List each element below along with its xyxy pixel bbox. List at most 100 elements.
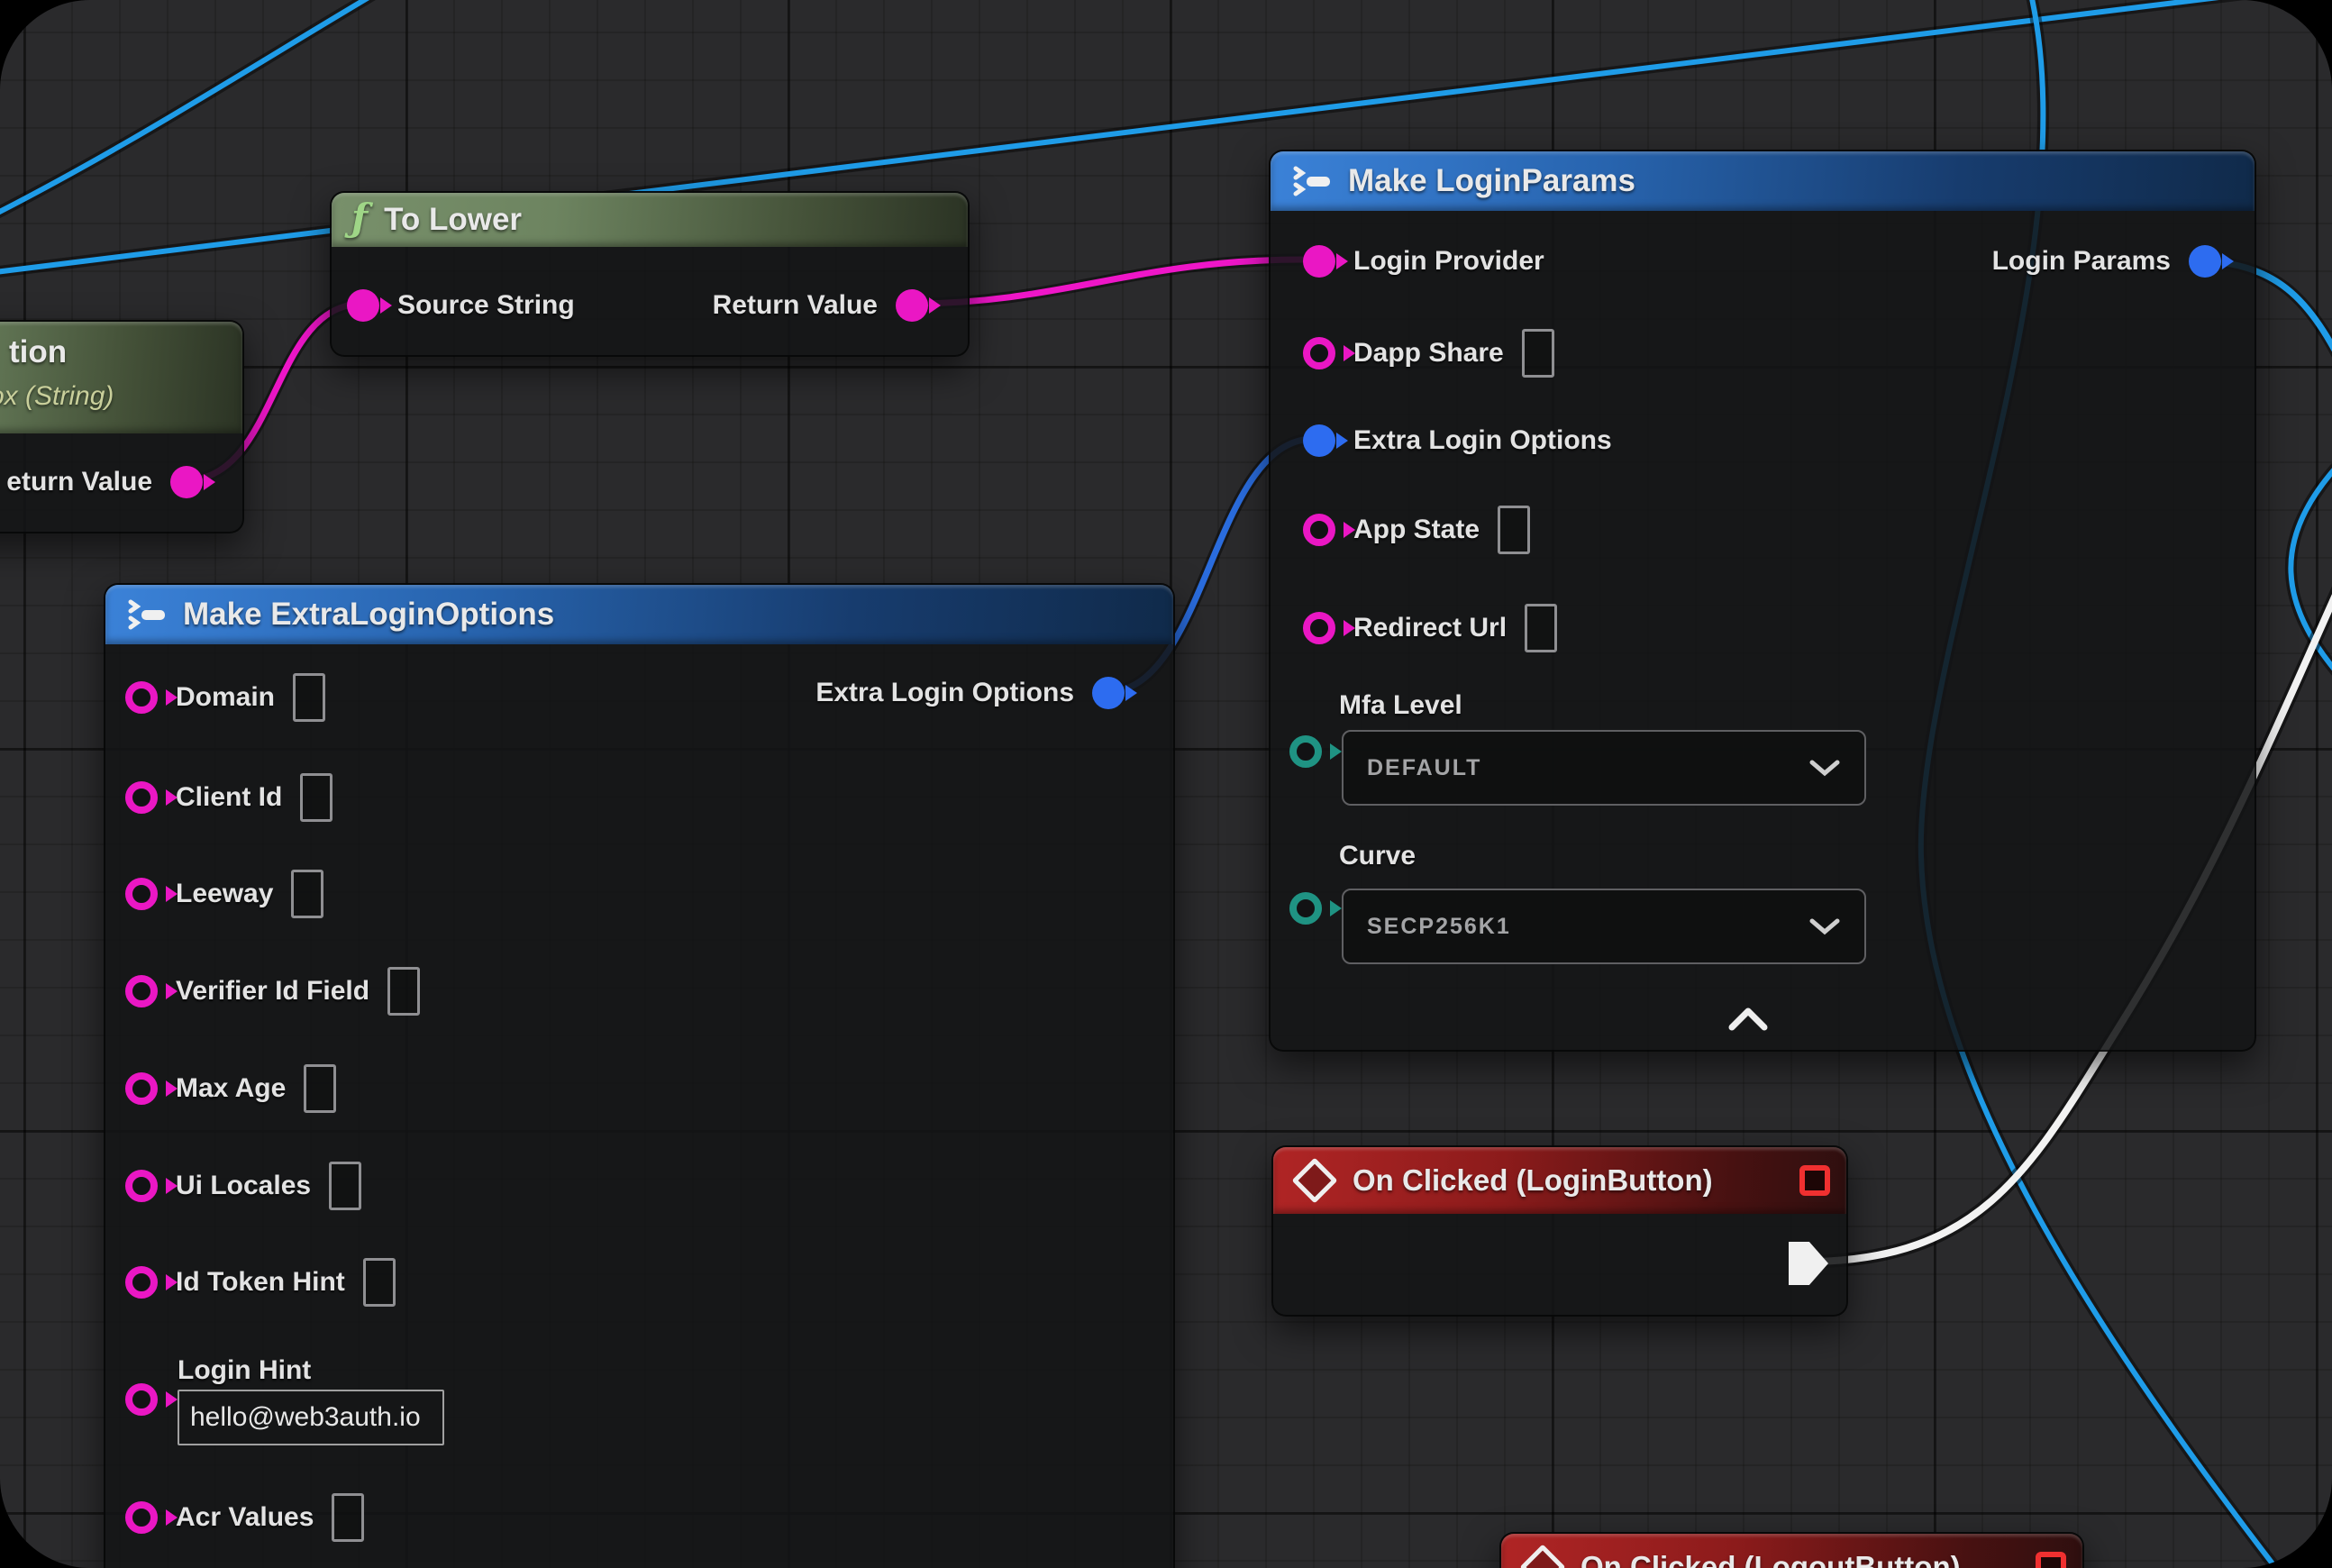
leeway-value-box[interactable]: [291, 870, 323, 918]
exec-output-pin[interactable]: [1789, 1242, 1828, 1285]
node-make-extra-header[interactable]: Make ExtraLoginOptions: [105, 585, 1173, 644]
pin-row-dapp-share: Dapp Share: [1303, 325, 1554, 381]
pin-row-extra-login-options-in: Extra Login Options: [1303, 413, 1612, 469]
pin-row-extra-login-options-out: Extra Login Options: [815, 665, 1125, 721]
app-state-pin[interactable]: [1303, 514, 1335, 546]
app-state-value-box[interactable]: [1498, 506, 1530, 554]
login-hint-input[interactable]: [178, 1390, 444, 1445]
pin-label-leeway: Leeway: [176, 879, 273, 909]
curve-dropdown[interactable]: SECP256K1: [1342, 889, 1866, 964]
login-provider-pin[interactable]: [1303, 245, 1335, 278]
chevron-down-icon: [1808, 758, 1841, 778]
id-token-hint-value-box[interactable]: [363, 1258, 396, 1307]
dapp-share-pin[interactable]: [1303, 337, 1335, 369]
pin-label-curve: Curve: [1339, 841, 1416, 871]
pin-label-app-state: App State: [1353, 515, 1480, 545]
make-struct-icon: [125, 597, 167, 633]
pin-row-source-string: Source String: [347, 278, 575, 333]
return-value-pin[interactable]: [170, 466, 203, 498]
chevron-down-icon: [1808, 916, 1841, 936]
node-get-text-header[interactable]: tion ox (String): [0, 322, 242, 433]
pin-label-return-value: Return Value: [713, 290, 878, 321]
leeway-pin[interactable]: [125, 878, 158, 910]
pin-label-ui-locales: Ui Locales: [176, 1171, 311, 1201]
node-make-extra-login-options[interactable]: Make ExtraLoginOptions Extra Login Optio…: [104, 583, 1175, 1568]
pin-label-id-token-hint: Id Token Hint: [176, 1267, 345, 1298]
extra-login-options-input-pin[interactable]: [1303, 424, 1335, 457]
pin-row-leeway: Leeway: [125, 866, 323, 922]
pin-label-verifier-id-field: Verifier Id Field: [176, 976, 369, 1007]
client-id-value-box[interactable]: [300, 773, 332, 822]
domain-pin[interactable]: [125, 681, 158, 714]
curve-pin[interactable]: [1289, 892, 1322, 925]
max-age-value-box[interactable]: [304, 1064, 336, 1113]
pin-row-client-id: Client Id: [125, 770, 332, 825]
redirect-url-value-box[interactable]: [1525, 604, 1557, 652]
pin-label-mfa-level: Mfa Level: [1339, 690, 1462, 721]
login-hint-pin[interactable]: [125, 1383, 158, 1416]
verifier-id-field-pin[interactable]: [125, 975, 158, 1007]
event-icon: [1292, 1158, 1338, 1204]
pin-row-app-state: App State: [1303, 502, 1530, 558]
pin-row-id-token-hint: Id Token Hint: [125, 1254, 396, 1310]
pin-label-login-provider: Login Provider: [1353, 246, 1544, 277]
pin-label-extra-login-options-out: Extra Login Options: [815, 678, 1074, 708]
pin-label-max-age: Max Age: [176, 1073, 286, 1104]
event-icon: [1520, 1545, 1566, 1568]
pin-label-client-id: Client Id: [176, 782, 282, 813]
pin-row-verifier-id-field: Verifier Id Field: [125, 963, 420, 1019]
pin-label-acr-values: Acr Values: [176, 1502, 314, 1533]
pin-label-login-hint: Login Hint: [178, 1355, 311, 1386]
node-on-clicked-login-header[interactable]: On Clicked (LoginButton): [1273, 1147, 1846, 1214]
mfa-level-dropdown[interactable]: DEFAULT: [1342, 730, 1866, 806]
blueprint-editor: tion ox (String) eturn Value ƒ To Lower …: [0, 0, 2332, 1568]
extra-login-options-output-pin[interactable]: [1092, 677, 1125, 709]
ui-locales-pin[interactable]: [125, 1170, 158, 1202]
graph-canvas[interactable]: tion ox (String) eturn Value ƒ To Lower …: [0, 0, 2332, 1568]
node-on-clicked-login-title: On Clicked (LoginButton): [1353, 1163, 1713, 1198]
event-stop-icon[interactable]: [2036, 1552, 2066, 1568]
pin-row-login-provider: Login Provider: [1303, 233, 1544, 289]
curve-value: SECP256K1: [1367, 914, 1511, 940]
pin-row-return-value: Return Value: [713, 278, 928, 333]
ui-locales-value-box[interactable]: [329, 1162, 361, 1210]
redirect-url-pin[interactable]: [1303, 612, 1335, 644]
collapse-node-chevron-icon[interactable]: [1726, 1006, 1770, 1031]
acr-values-pin[interactable]: [125, 1501, 158, 1534]
pin-row-ui-locales: Ui Locales: [125, 1158, 361, 1214]
pin-row-return-value-partial: eturn Value: [6, 454, 203, 510]
pin-label-extra-login-options-in: Extra Login Options: [1353, 425, 1612, 456]
pin-row-domain: Domain: [125, 670, 325, 725]
node-make-extra-title: Make ExtraLoginOptions: [183, 597, 554, 633]
node-to-lower[interactable]: ƒ To Lower Source String Return Value: [330, 191, 970, 357]
pin-row-login-params-out: Login Params: [1992, 233, 2221, 289]
login-params-output-pin[interactable]: [2189, 245, 2221, 278]
node-make-login-params-header[interactable]: Make LoginParams: [1271, 151, 2255, 211]
verifier-id-field-value-box[interactable]: [387, 967, 420, 1016]
pin-row-max-age: Max Age: [125, 1061, 336, 1117]
acr-values-value-box[interactable]: [332, 1493, 364, 1542]
node-get-text-title: tion: [9, 334, 67, 370]
node-make-login-params-title: Make LoginParams: [1348, 163, 1635, 199]
pin-label-redirect-url: Redirect Url: [1353, 613, 1507, 643]
event-stop-icon[interactable]: [1799, 1165, 1830, 1196]
client-id-pin[interactable]: [125, 781, 158, 814]
return-value-pin[interactable]: [896, 289, 928, 322]
pin-label-source-string: Source String: [397, 290, 575, 321]
function-icon: ƒ: [351, 199, 368, 237]
mfa-level-value: DEFAULT: [1367, 755, 1481, 781]
node-get-text-partial[interactable]: tion ox (String) eturn Value: [0, 320, 244, 533]
node-on-clicked-logout-header[interactable]: On Clicked (LogoutButton): [1501, 1534, 2082, 1568]
id-token-hint-pin[interactable]: [125, 1266, 158, 1299]
max-age-pin[interactable]: [125, 1072, 158, 1105]
mfa-level-pin[interactable]: [1289, 735, 1322, 768]
node-to-lower-header[interactable]: ƒ To Lower: [332, 193, 968, 247]
dapp-share-value-box[interactable]: [1522, 329, 1554, 378]
node-on-clicked-login[interactable]: On Clicked (LoginButton): [1271, 1145, 1848, 1317]
domain-value-box[interactable]: [293, 673, 325, 722]
make-struct-icon: [1290, 163, 1332, 199]
node-make-login-params[interactable]: Make LoginParams Login Provider Login Pa…: [1269, 150, 2256, 1052]
node-on-clicked-logout[interactable]: On Clicked (LogoutButton): [1499, 1532, 2084, 1568]
source-string-pin[interactable]: [347, 289, 379, 322]
pin-row-redirect-url: Redirect Url: [1303, 600, 1557, 656]
